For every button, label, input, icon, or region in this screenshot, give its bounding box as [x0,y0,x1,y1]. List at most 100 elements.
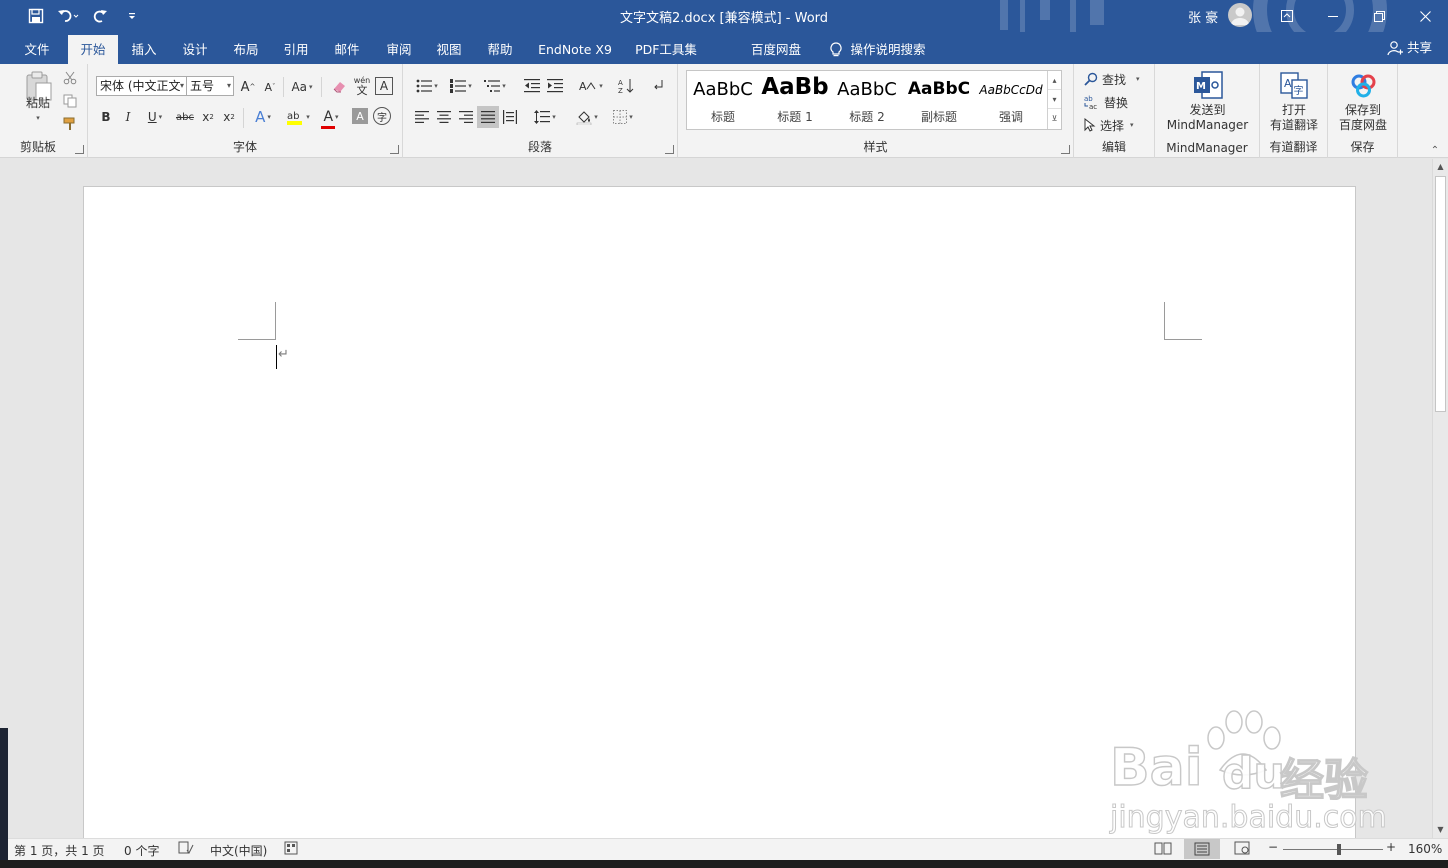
superscript-button[interactable]: x2 [219,106,239,128]
clear-formatting-icon[interactable] [329,77,349,97]
format-painter-icon[interactable] [60,114,80,134]
clipboard-dialog-launcher[interactable] [75,145,84,154]
character-border-button[interactable]: A [375,77,393,95]
more-styles-icon[interactable]: ⊻ [1048,109,1061,128]
underline-button[interactable]: U ▾ [140,106,170,128]
bold-button[interactable]: B [96,106,116,128]
show-formatting-marks-icon[interactable] [647,75,669,97]
tab-mailings[interactable]: 邮件 [325,35,369,64]
style-subtitle[interactable]: AaBbC 副标题 [903,71,975,129]
tab-layout[interactable]: 布局 [224,35,268,64]
collapse-ribbon-icon[interactable]: ⌃ [1428,144,1442,156]
scroll-up-icon[interactable]: ▲ [1433,159,1448,175]
align-left-icon[interactable] [411,106,433,128]
tab-insert[interactable]: 插入 [122,35,166,64]
character-shading-button[interactable]: A [352,108,368,124]
bullets-icon[interactable]: ▾ [411,75,443,97]
multilevel-list-icon[interactable]: ▾ [479,75,511,97]
zoom-in-button[interactable]: + [1386,840,1396,854]
language[interactable]: 中文(中国) [210,842,267,859]
tab-view[interactable]: 视图 [427,35,471,64]
svg-text:ac: ac [1089,103,1097,110]
tab-file[interactable]: 文件 [14,35,60,64]
vertical-scrollbar[interactable]: ▲ ▼ [1432,159,1448,838]
cut-icon[interactable] [60,68,80,88]
tab-help[interactable]: 帮助 [478,35,522,64]
font-size-select[interactable]: 五号 ▾ [186,76,234,96]
font-name-select[interactable]: 宋体 (中文正文 ▾ [96,76,187,96]
page-count[interactable]: 第 1 页，共 1 页 [14,842,105,859]
text-effects-button[interactable]: A ▾ [248,106,278,128]
shrink-font-button[interactable]: Aˇ [260,77,280,97]
tab-home[interactable]: 开始 [68,35,118,64]
avatar[interactable] [1228,3,1252,27]
decrease-indent-icon[interactable] [521,75,543,97]
scroll-up-icon[interactable]: ▴ [1048,71,1061,90]
paragraph-dialog-launcher[interactable] [665,145,674,154]
tell-me-search[interactable]: 操作说明搜索 [822,35,934,64]
scroll-down-icon[interactable]: ▾ [1048,90,1061,109]
tab-references[interactable]: 引用 [274,35,318,64]
tab-endnote[interactable]: EndNote X9 [532,35,618,64]
word-count[interactable]: 0 个字 [124,842,159,859]
styles-dialog-launcher[interactable] [1061,145,1070,154]
ribbon-display-options-icon[interactable] [1264,0,1310,32]
zoom-slider-thumb[interactable] [1337,844,1341,855]
scroll-down-icon[interactable]: ▼ [1433,822,1448,838]
scrollbar-thumb[interactable] [1435,176,1446,412]
copy-icon[interactable] [60,91,80,111]
restore-icon[interactable] [1356,0,1402,32]
print-layout-icon[interactable] [1184,839,1220,859]
web-layout-icon[interactable] [1234,841,1250,858]
style-title[interactable]: AaBbC 标题 [687,71,759,129]
zoom-level[interactable]: 160% [1408,842,1442,856]
svg-text:A: A [579,80,587,93]
change-case-button[interactable]: Aa ▾ [287,77,317,97]
phonetic-guide-button[interactable]: wén 文 [351,75,373,97]
font-color-button[interactable]: A ▾ [316,106,346,129]
tab-baidu-netdisk[interactable]: 百度网盘 [745,35,807,64]
enclose-characters-button[interactable]: 字 [373,107,391,125]
send-to-mindmanager-button[interactable]: M 发送到 MindManager [1159,70,1256,133]
justify-icon[interactable] [477,106,499,128]
find-button[interactable]: 查找 ▾ [1084,69,1140,89]
align-center-icon[interactable] [433,106,455,128]
increase-indent-icon[interactable] [544,75,566,97]
sort-icon[interactable]: AZ [615,75,637,97]
line-spacing-icon[interactable]: ▾ [529,106,561,128]
tab-review[interactable]: 审阅 [377,35,421,64]
zoom-slider[interactable] [1283,849,1383,850]
tab-design[interactable]: 设计 [173,35,217,64]
open-youdao-button[interactable]: A字 打开 有道翻译 [1264,70,1324,133]
document-page[interactable]: ↵ [83,186,1356,838]
replace-button[interactable]: ab ac 替换 [1084,92,1128,112]
select-button[interactable]: 选择 ▾ [1084,115,1134,135]
align-right-icon[interactable] [455,106,477,128]
paste-button[interactable]: 粘贴 ▾ [18,70,58,126]
text-effects-label: A [255,108,266,126]
font-dialog-launcher[interactable] [390,145,399,154]
italic-button[interactable]: I [118,106,138,128]
user-name[interactable]: 张 豪 [1188,7,1218,26]
style-heading-1[interactable]: AaBb 标题 1 [759,71,831,129]
close-icon[interactable] [1402,0,1448,32]
subscript-button[interactable]: x2 [198,106,218,128]
numbering-icon[interactable]: ▾ [445,75,477,97]
shading-icon[interactable]: ▾ [571,106,603,128]
save-to-baidu-button[interactable]: 保存到 百度网盘 [1332,70,1394,133]
strikethrough-button[interactable]: abc [172,106,198,128]
style-heading-2[interactable]: AaBbC 标题 2 [831,71,903,129]
highlight-color-button[interactable]: ab ▾ [282,106,314,128]
distributed-icon[interactable] [499,106,521,128]
proofing-icon[interactable] [178,841,194,858]
style-emphasis[interactable]: AaBbCcDd 强调 [975,71,1047,129]
macro-recording-icon[interactable] [284,841,300,858]
grow-font-button[interactable]: A ^ [238,77,258,97]
read-mode-icon[interactable] [1154,841,1172,858]
chinese-layout-icon[interactable]: A ▾ [575,75,607,97]
tab-pdf-tools[interactable]: PDF工具集 [630,35,702,64]
share-button[interactable]: 共享 [1387,35,1432,61]
zoom-out-button[interactable]: − [1268,840,1278,854]
borders-icon[interactable]: ▾ [607,106,639,128]
minimize-icon[interactable] [1310,0,1356,32]
